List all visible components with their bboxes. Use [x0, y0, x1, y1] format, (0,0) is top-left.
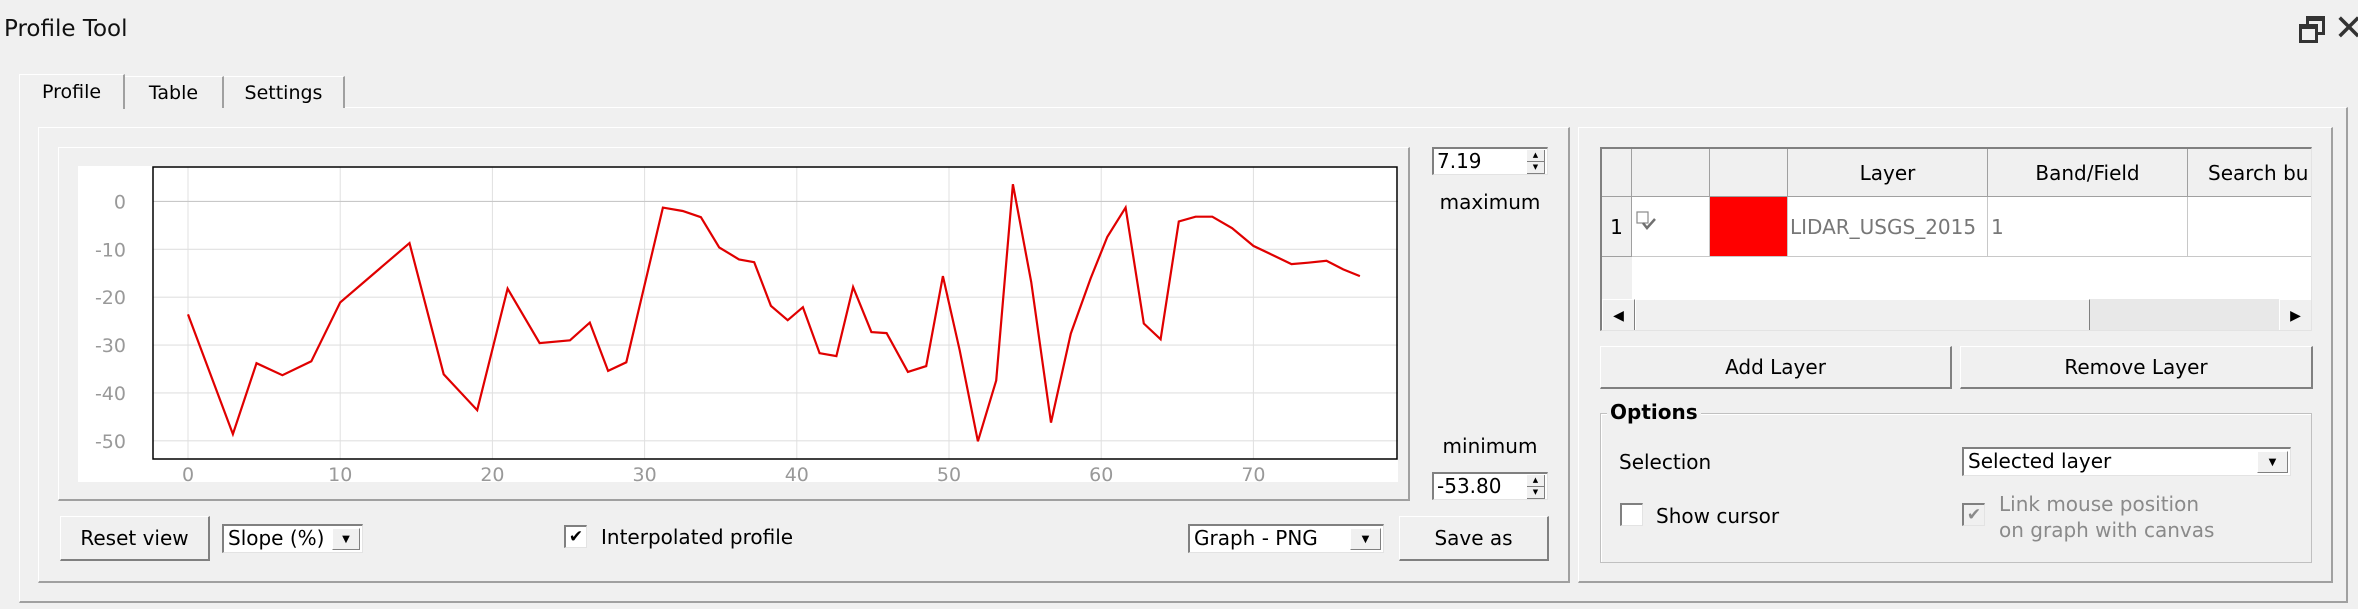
tab-profile-label: Profile [41, 81, 102, 103]
spin-down-icon[interactable]: ▼ [1527, 487, 1545, 499]
y-tick-label: -40 [95, 383, 126, 405]
export-format-value: Graph - PNG [1194, 526, 1318, 550]
y-tick-label: -10 [95, 239, 126, 261]
layer-color-swatch[interactable] [1710, 197, 1788, 257]
x-tick-label: 10 [328, 464, 352, 482]
checkmark-icon: ✔ [1966, 504, 1982, 525]
band-field-cell[interactable]: 1 [1988, 197, 2188, 257]
spin-up-icon[interactable]: ▲ [1527, 475, 1545, 487]
plot-mode-value: Slope (%) [228, 526, 325, 550]
column-header-visibility[interactable] [1632, 149, 1710, 197]
tab-settings-label: Settings [244, 81, 323, 104]
maximum-label: maximum [1439, 190, 1541, 214]
layers-table[interactable]: Layer Band/Field Search bu 1 LIDAR_USGS_… [1600, 147, 2312, 331]
scrollbar-thumb[interactable] [1635, 299, 2090, 330]
show-cursor-label: Show cursor [1656, 504, 1780, 528]
column-header-band-field[interactable]: Band/Field [1988, 149, 2188, 197]
spin-down-icon[interactable]: ▼ [1527, 162, 1545, 174]
reset-view-label: Reset view [80, 526, 189, 550]
checked-visibility-icon [1636, 211, 1656, 230]
chart-canvas[interactable]: 0 10 20 30 40 50 60 70 0 -10 -20 -30 -40 -50 [78, 166, 1398, 486]
close-window-button[interactable]: ✕ [2333, 8, 2358, 49]
minimum-label: minimum [1442, 434, 1538, 458]
maximum-value: 7.19 [1437, 149, 1482, 173]
selection-label: Selection [1619, 450, 1712, 474]
y-tick-label: -50 [95, 431, 126, 453]
plot-frame [152, 166, 1398, 460]
x-tick-label: 50 [937, 464, 961, 482]
spin-up-icon[interactable]: ▲ [1527, 150, 1545, 162]
remove-layer-button[interactable]: Remove Layer [1960, 346, 2313, 389]
layer-name-cell[interactable]: LIDAR_USGS_2015 [1788, 197, 1988, 257]
plot-mode-select[interactable]: Slope (%) ▼ [222, 524, 363, 553]
interpolated-profile-label: Interpolated profile [601, 525, 794, 549]
minimum-spinbox[interactable]: -53.80 ▲ ▼ [1432, 472, 1548, 500]
link-mouse-checkbox[interactable]: ✔ [1962, 503, 1985, 526]
arrow-left-icon[interactable]: ◀ [1602, 299, 1635, 330]
column-header-layer[interactable]: Layer [1788, 149, 1988, 197]
column-header-search-buffer[interactable]: Search bu [2188, 149, 2311, 197]
interpolated-profile-checkbox[interactable]: ✔ [564, 525, 587, 548]
remove-layer-label: Remove Layer [2064, 355, 2208, 379]
minimum-value: -53.80 [1437, 474, 1502, 498]
x-tick-label: 0 [182, 464, 194, 482]
close-icon: ✕ [2333, 8, 2358, 49]
x-tick-label: 20 [480, 464, 504, 482]
link-mouse-label-line1: Link mouse position [1999, 492, 2200, 516]
checkmark-icon: ✔ [568, 526, 584, 547]
search-buffer-cell[interactable] [2188, 197, 2311, 257]
table-corner [1602, 149, 1632, 197]
restore-window-button[interactable] [2297, 14, 2327, 44]
save-as-label: Save as [1434, 526, 1513, 550]
link-mouse-label-line2: on graph with canvas [1999, 518, 2215, 542]
row-header[interactable]: 1 [1602, 197, 1632, 257]
tab-table-label: Table [148, 81, 199, 104]
add-layer-button[interactable]: Add Layer [1600, 346, 1952, 389]
x-tick-label: 40 [785, 464, 809, 482]
tab-settings[interactable]: Settings [224, 76, 345, 108]
chevron-down-icon: ▼ [1350, 528, 1381, 550]
arrow-right-icon[interactable]: ▶ [2279, 299, 2311, 330]
chevron-down-icon: ▼ [2257, 451, 2288, 473]
y-tick-label: -30 [95, 335, 126, 357]
x-tick-label: 60 [1089, 464, 1113, 482]
horizontal-scrollbar[interactable]: ◀ ▶ [1602, 299, 2311, 330]
visibility-cell[interactable] [1632, 197, 1710, 257]
save-as-button[interactable]: Save as [1399, 516, 1549, 561]
x-tick-label: 30 [633, 464, 657, 482]
export-format-select[interactable]: Graph - PNG ▼ [1188, 524, 1384, 553]
profile-chart[interactable]: 0 10 20 30 40 50 60 70 0 -10 -20 -30 -40 -50 [78, 166, 1398, 486]
selection-select[interactable]: Selected layer ▼ [1962, 447, 2291, 476]
column-header-color[interactable] [1710, 149, 1788, 197]
add-layer-label: Add Layer [1725, 355, 1826, 379]
window-title: Profile Tool [4, 16, 128, 42]
maximum-spinbox[interactable]: 7.19 ▲ ▼ [1432, 147, 1548, 175]
chevron-down-icon: ▼ [332, 528, 360, 550]
link-mouse-label: Link mouse position on graph with canvas [1999, 491, 2214, 543]
options-title: Options [1607, 400, 1701, 424]
profile-line [186, 183, 1361, 442]
tab-table[interactable]: Table [125, 76, 224, 108]
restore-window-icon [2299, 16, 2325, 43]
selection-value: Selected layer [1968, 449, 2112, 473]
show-cursor-checkbox[interactable] [1620, 503, 1643, 526]
y-tick-label: 0 [114, 191, 126, 213]
tab-profile[interactable]: Profile [19, 74, 125, 109]
x-tick-label: 70 [1241, 464, 1265, 482]
y-tick-label: -20 [95, 287, 126, 309]
reset-view-button[interactable]: Reset view [60, 516, 210, 561]
